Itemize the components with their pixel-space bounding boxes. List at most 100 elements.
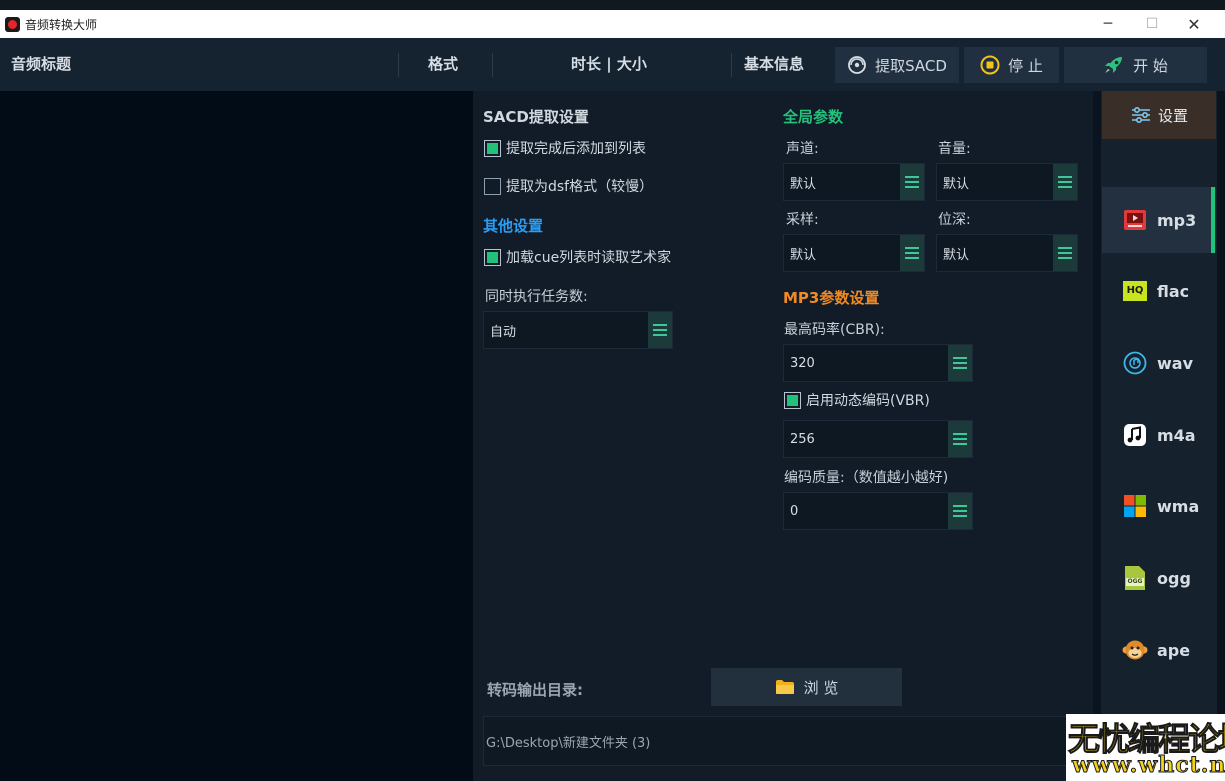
other-settings-title: 其他设置 — [483, 217, 544, 235]
minimize-button[interactable]: ─ — [1086, 10, 1130, 38]
active-format-indicator — [1211, 187, 1215, 253]
menu-icon[interactable] — [900, 235, 924, 271]
format-item-wav[interactable]: wav — [1102, 330, 1216, 396]
concurrent-tasks-value: 自动 — [490, 324, 517, 340]
mp3-params-title: MP3参数设置 — [783, 289, 880, 307]
extract-dsf-label: 提取为dsf格式（较慢） — [506, 179, 654, 195]
max-bitrate-label: 最高码率(CBR): — [784, 322, 885, 338]
rocket-icon — [1105, 57, 1123, 73]
audio-file-list[interactable] — [0, 91, 473, 781]
menu-icon[interactable] — [648, 312, 672, 348]
windows-logo-icon — [1122, 493, 1148, 519]
ogg-file-icon: OGG — [1122, 565, 1148, 591]
header-divider — [492, 53, 493, 77]
mp3-player-icon — [1122, 207, 1148, 233]
sacd-settings-title: SACD提取设置 — [483, 108, 589, 126]
extract-sacd-label: 提取SACD — [875, 56, 947, 75]
checkbox-box — [484, 139, 501, 157]
menu-icon[interactable] — [900, 164, 924, 200]
menu-icon[interactable] — [948, 421, 972, 457]
volume-label: 音量: — [938, 141, 971, 157]
format-label: flac — [1157, 281, 1190, 301]
output-path-field[interactable]: G:\Desktop\新建文件夹 (3) — [483, 716, 1083, 766]
menu-icon[interactable] — [948, 345, 972, 381]
hq-badge-text: HQ — [1123, 281, 1147, 301]
sample-rate-select[interactable]: 默认 — [783, 234, 925, 272]
bit-depth-select[interactable]: 默认 — [936, 234, 1078, 272]
concurrent-tasks-select[interactable]: 自动 — [483, 311, 673, 349]
cue-artist-label: 加载cue列表时读取艺术家 — [506, 250, 672, 266]
settings-label: 设置 — [1157, 106, 1188, 125]
format-label: wma — [1157, 496, 1200, 516]
close-button[interactable]: ✕ — [1172, 10, 1216, 38]
disc-icon — [848, 56, 866, 74]
watermark-url: www.whct.net — [1072, 752, 1225, 779]
forum-watermark: 无忧编程论坛 www.whct.net — [1066, 714, 1225, 781]
channel-value: 默认 — [790, 176, 817, 192]
format-label: ape — [1157, 640, 1191, 660]
column-audio-title[interactable]: 音频标题 — [11, 38, 71, 91]
maximize-button[interactable]: ☐ — [1130, 10, 1174, 38]
format-item-ape[interactable]: ape — [1102, 617, 1216, 683]
window-edge — [1217, 91, 1225, 781]
cd-music-icon — [1122, 350, 1148, 376]
header-divider — [731, 53, 732, 77]
global-params-title: 全局参数 — [783, 108, 844, 126]
channel-select[interactable]: 默认 — [783, 163, 925, 201]
sliders-icon — [1131, 106, 1150, 124]
bit-depth-value: 默认 — [943, 247, 970, 263]
vbr-bitrate-value: 256 — [790, 431, 815, 447]
encode-quality-label: 编码质量:（数值越小越好) — [784, 470, 949, 486]
column-basic-info[interactable]: 基本信息 — [744, 38, 804, 91]
browse-label: 浏 览 — [803, 678, 839, 697]
column-duration-size[interactable]: 时长 | 大小 — [571, 38, 647, 91]
add-to-list-checkbox[interactable]: 提取完成后添加到列表 — [484, 138, 646, 158]
menu-icon[interactable] — [1053, 164, 1077, 200]
format-item-flac[interactable]: HQ flac — [1102, 258, 1216, 324]
format-item-m4a[interactable]: m4a — [1102, 402, 1216, 468]
stop-icon — [980, 55, 1000, 75]
settings-button[interactable]: 设置 — [1102, 91, 1216, 139]
sample-rate-value: 默认 — [790, 247, 817, 263]
sample-rate-label: 采样: — [786, 212, 819, 228]
extract-sacd-button[interactable]: 提取SACD — [835, 47, 959, 83]
volume-value: 默认 — [943, 176, 970, 192]
vbr-bitrate-select[interactable]: 256 — [783, 420, 973, 458]
format-item-mp3[interactable]: mp3 — [1102, 187, 1216, 253]
format-label: ogg — [1157, 568, 1191, 588]
start-label: 开 始 — [1133, 56, 1168, 75]
channel-label: 声道: — [786, 141, 819, 157]
menu-icon[interactable] — [1053, 235, 1077, 271]
max-bitrate-select[interactable]: 320 — [783, 344, 973, 382]
format-label: mp3 — [1157, 210, 1197, 230]
app-logo-icon — [5, 16, 20, 32]
output-path-value: G:\Desktop\新建文件夹 (3) — [486, 735, 651, 751]
add-to-list-label: 提取完成后添加到列表 — [506, 141, 646, 157]
top-strip — [0, 0, 1225, 10]
title-bar[interactable]: 音频转换大师 ─ ☐ ✕ — [0, 10, 1225, 38]
checkbox-box — [484, 248, 501, 266]
start-button[interactable]: 开 始 — [1064, 47, 1207, 83]
stop-button[interactable]: 停 止 — [964, 47, 1059, 83]
encode-quality-value: 0 — [790, 503, 799, 519]
ogg-file-shape: OGG — [1125, 566, 1145, 590]
extract-dsf-checkbox[interactable]: 提取为dsf格式（较慢） — [484, 176, 653, 196]
stop-label: 停 止 — [1008, 56, 1043, 75]
format-item-wma[interactable]: wma — [1102, 473, 1216, 539]
hq-badge-icon: HQ — [1122, 278, 1148, 304]
menu-icon[interactable] — [948, 493, 972, 529]
window-title: 音频转换大师 — [25, 17, 98, 32]
column-format[interactable]: 格式 — [428, 38, 458, 91]
encode-quality-select[interactable]: 0 — [783, 492, 973, 530]
format-item-ogg[interactable]: OGG ogg — [1102, 545, 1216, 611]
ogg-file-text: OGG — [1126, 578, 1144, 586]
bit-depth-label: 位深: — [938, 212, 971, 228]
music-note-icon — [1122, 422, 1148, 448]
browse-button[interactable]: 浏 览 — [711, 668, 902, 706]
header-divider — [398, 53, 399, 77]
cue-artist-checkbox[interactable]: 加载cue列表时读取艺术家 — [484, 247, 671, 267]
app-window: 音频转换大师 ─ ☐ ✕ 音频标题 格式 时长 | 大小 基本信息 提取SACD… — [0, 0, 1225, 781]
list-header: 音频标题 格式 时长 | 大小 基本信息 提取SACD 停 止 开 始 — [0, 38, 1225, 91]
vbr-checkbox[interactable]: 启用动态编码(VBR) — [784, 390, 930, 410]
volume-select[interactable]: 默认 — [936, 163, 1078, 201]
